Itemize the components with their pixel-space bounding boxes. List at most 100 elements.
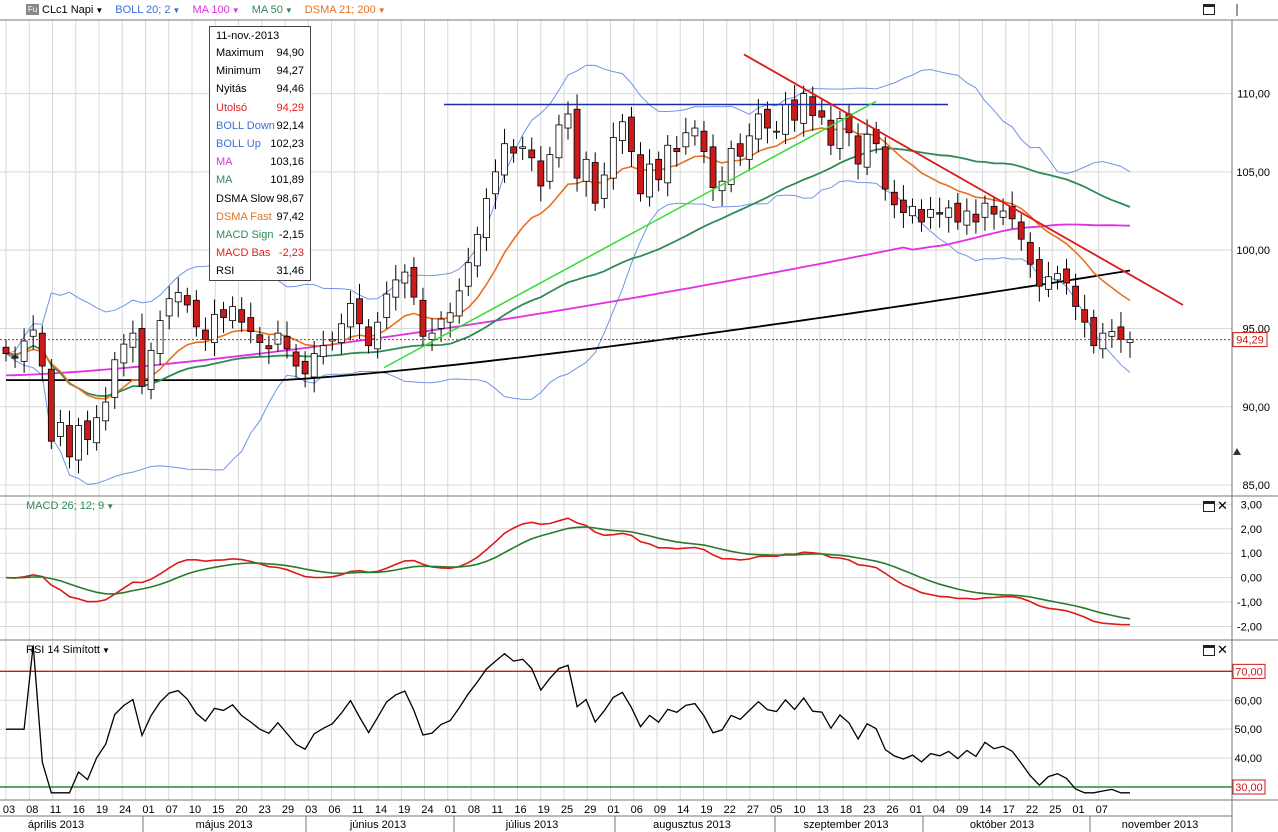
candle-body [75,425,82,461]
candle [673,135,681,167]
data-window-value: 102,23 [270,138,304,151]
data-window-label: Nyitás [216,83,247,96]
candle-body [1035,259,1043,287]
price-axis-tick: 105,00 [1236,167,1270,179]
candle-body [120,343,128,364]
candle [75,417,82,474]
candle-body [981,202,989,218]
candle-body [510,146,518,154]
candle-body [818,110,826,118]
candle-body [20,340,28,362]
candle-body [609,137,617,179]
candle-body [782,104,789,135]
candle-body [165,298,173,317]
candle-body [56,422,64,437]
last-price-label: 94,29 [1236,335,1264,347]
candle [546,146,554,190]
month-label: július 2013 [505,819,559,831]
time-axis-tick: 08 [468,804,480,816]
symbol-selector[interactable]: CLc1 Napi ▼ [42,4,103,16]
data-window: 11-nov.-2013 Maximum 94,90 Minimum 94,27 Nyi… [209,26,311,282]
candle [66,410,73,469]
fund-icon[interactable]: Fu [26,4,39,15]
boll-indicator-menu[interactable]: BOLL 20; 2 ▼ [115,4,180,16]
time-axis-tick: 24 [119,804,131,816]
candle-body [202,329,209,340]
month-label: szeptember 2013 [804,819,889,831]
dsma-indicator-menu[interactable]: DSMA 21; 200 ▼ [305,4,386,16]
candle-body [66,425,73,458]
candle-body [754,113,762,140]
candle [618,113,626,155]
candle-body [673,147,681,152]
data-window-label: DSMA Slow [216,192,275,205]
candle-body [247,317,255,332]
time-axis-tick: 14 [979,804,991,816]
candle-body [1017,221,1025,240]
rsi-panel-close-button[interactable]: ✕ [1217,643,1228,656]
month-label: augusztus 2013 [653,819,731,831]
candle [945,200,953,233]
candle [319,330,327,365]
caret-down-icon: ▼ [101,646,110,655]
ma100-line [5,223,1131,377]
candle-body [736,143,744,157]
price-panel-maximize-button[interactable] [1203,4,1215,15]
macd-panel-maximize-button[interactable] [1203,501,1215,512]
rsi-axis-tick: 60,00 [1234,695,1262,707]
candle-body [918,209,925,223]
candle [1045,261,1052,298]
data-window-row: BOLL Up 102,23 [210,135,310,153]
candle [764,101,771,144]
data-window-label: Maximum [216,47,264,60]
month-label: június 2013 [349,819,406,831]
candle-body [1045,276,1052,290]
time-axis-tick: 06 [631,804,643,816]
data-window-date: 11-nov.-2013 [216,30,280,42]
time-axis-tick: 14 [375,804,387,816]
macd-panel-close-button[interactable]: ✕ [1217,499,1228,512]
candle [2,339,10,362]
candle-body [954,202,962,223]
candle-body [347,303,354,328]
candle [29,315,37,350]
candle-body [446,312,454,323]
time-axis-tick: 29 [282,804,294,816]
candle [473,226,481,278]
candle-body [29,329,37,337]
candle-body [428,332,436,340]
rsi-panel-maximize-button[interactable] [1203,645,1215,656]
candle-body [591,162,599,204]
ma50-indicator-menu[interactable]: MA 50 ▼ [252,4,293,16]
data-window-row: RSI 31,46 [210,262,310,280]
time-axis-tick: 11 [352,804,363,816]
candle [238,297,246,332]
time-axis-tick: 04 [933,804,945,816]
candle [192,290,200,337]
candle [637,142,644,202]
indicator-toolbar: Fu CLc1 Napi ▼ BOLL 20; 2 ▼ MA 100 ▼ MA 50 ▼… [0,0,386,20]
rsi-axis-tick: 50,00 [1234,724,1262,736]
candle [174,277,182,318]
candle [392,265,400,311]
rsi-level-label: 70,00 [1235,666,1263,678]
candle-body [546,154,554,182]
candle [11,346,19,368]
macd-signal-line [5,526,1131,620]
candle [573,94,581,192]
rsi-panel-menu[interactable]: RSI 14 Simított ▼ [26,644,110,656]
time-axis-tick: 13 [817,804,829,816]
candle-body [410,266,418,298]
candle-body [492,171,499,195]
candle [111,351,119,409]
candle-body [310,353,318,378]
candle-body [392,279,400,298]
rsi-axis-tick: 40,00 [1234,753,1262,765]
candle [247,302,255,344]
ma100-indicator-menu[interactable]: MA 100 ▼ [192,4,239,16]
candle [310,340,318,393]
candle-body [1072,285,1080,307]
macd-panel-menu[interactable]: MACD 26; 12; 9 ▼ [26,500,114,512]
candle-body [138,328,146,387]
price-axis-tick: 110,00 [1237,89,1270,101]
